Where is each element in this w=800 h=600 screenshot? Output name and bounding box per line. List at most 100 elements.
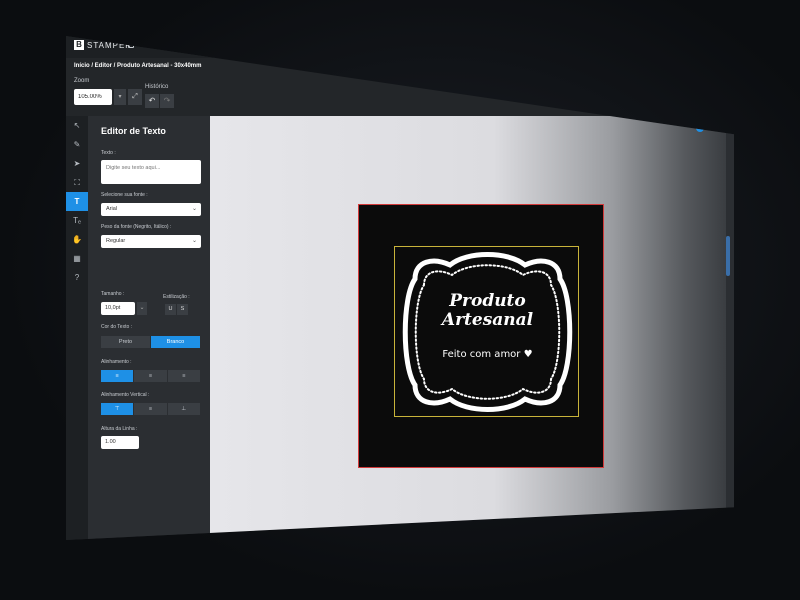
menu-item-label: Visualização — [334, 42, 368, 48]
select-tool-button[interactable]: ↖ — [66, 116, 88, 135]
stamp-icon: ✋ — [72, 235, 82, 244]
user-avatar[interactable] — [696, 124, 704, 132]
help-tool-button[interactable]: ? — [66, 268, 88, 287]
redo-button[interactable]: ↷ — [160, 94, 174, 108]
text-color-toggle: Preto Branco — [101, 336, 201, 348]
history-label: Histórico — [145, 84, 169, 90]
label-subtitle[interactable]: Feito com amor ♥ — [395, 349, 580, 360]
frame-tool-button[interactable]: ⛶ — [66, 173, 88, 192]
align-label: Alinhamento : — [101, 359, 132, 365]
undo-icon: ↶ — [148, 96, 156, 105]
grid-tool-button[interactable]: ▦ — [66, 249, 88, 268]
pencil-icon — [180, 42, 187, 48]
align-left-icon: ≡ — [115, 373, 119, 379]
menu-item-label: Arquivo — [138, 42, 159, 48]
text-editor-panel: Editor de Texto Texto : Selecione sua fo… — [88, 116, 210, 540]
line-height-label: Altura da Linha : — [101, 426, 138, 432]
horizontal-align-toggle: ≡ ≡ ≡ — [101, 370, 201, 382]
select-icon: ↖ — [73, 121, 81, 130]
text-path-icon: Tₑ — [73, 216, 81, 225]
app-logo[interactable]: B STAMPER — [74, 40, 132, 50]
align-center-button[interactable]: ≡ — [134, 370, 168, 382]
style-label: Estilização : — [163, 294, 190, 300]
align-right-button[interactable]: ≡ — [167, 370, 201, 382]
main-menu: Arquivo Editar Objeto Texto Visualização Ferr… — [128, 42, 481, 48]
label-title-line-1[interactable]: Produto — [395, 292, 580, 310]
menu-item-label: Ajuda — [465, 42, 482, 48]
font-size-dropdown[interactable]: ⌄ — [137, 302, 147, 315]
align-bottom-button[interactable]: ⊥ — [167, 403, 201, 415]
file-icon — [128, 42, 134, 48]
font-weight-select[interactable]: Regular ⌄ — [101, 235, 201, 248]
scene-background: B STAMPER Arquivo Editar Objeto Texto Visual… — [0, 0, 800, 600]
help-icon — [455, 42, 462, 48]
align-right-icon: ≡ — [182, 373, 186, 379]
font-select-value: Arial — [106, 206, 118, 212]
text-color-option[interactable]: Branco — [151, 336, 201, 348]
size-label: Tamanho : — [101, 291, 125, 297]
menu-item-2[interactable]: Objeto — [228, 42, 256, 48]
logo-text: STAMPER — [87, 40, 133, 50]
vertical-align-toggle: ⊤ ≡ ⊥ — [101, 403, 201, 415]
text-path-tool-button[interactable]: Tₑ — [66, 211, 88, 230]
redo-icon: ↷ — [163, 96, 171, 105]
line-height-input[interactable]: 1.00 — [101, 436, 139, 449]
logo-mark: B — [74, 40, 84, 50]
grid-icon: ▦ — [73, 254, 81, 263]
expand-icon: ⤢ — [132, 93, 138, 100]
text-input[interactable] — [101, 160, 201, 184]
eye-icon — [324, 42, 331, 48]
zoom-dropdown-button[interactable]: ▾ — [114, 89, 126, 105]
artboard[interactable]: Produto Artesanal Feito com amor ♥ — [358, 204, 604, 468]
align-bottom-icon: ⊥ — [181, 406, 187, 412]
object-icon — [228, 42, 235, 48]
menu-item-0[interactable]: Arquivo — [128, 42, 158, 48]
panel-title: Editor de Texto — [101, 126, 166, 136]
text-tool-button[interactable]: T — [66, 192, 88, 211]
strikethrough-button[interactable]: S — [177, 304, 188, 315]
chevron-down-icon: ⌄ — [191, 238, 197, 244]
label-outer-border — [402, 252, 573, 412]
top-menu-bar: B STAMPER Arquivo Editar Objeto Texto Visual… — [66, 36, 734, 58]
fit-to-screen-button[interactable]: ⤢ — [128, 89, 142, 105]
align-center-icon: ≡ — [148, 373, 153, 379]
align-middle-button[interactable]: ≡ — [134, 403, 168, 415]
text-color-label: Cor do Texto : — [101, 324, 133, 330]
app-window: B STAMPER Arquivo Editar Objeto Texto Visual… — [66, 36, 734, 540]
text-icon — [277, 42, 284, 48]
menu-item-3[interactable]: Texto — [277, 42, 303, 48]
font-size-input[interactable]: 10,0pt — [101, 302, 135, 315]
text-color-option[interactable]: Preto — [101, 336, 151, 348]
vertical-scrollbar[interactable] — [726, 236, 730, 276]
menu-item-label: Texto — [287, 42, 303, 48]
direct-select-icon: ➤ — [73, 159, 81, 168]
breadcrumb: Início / Editor / Produto Artesanal - 30… — [74, 63, 202, 69]
zoom-label: Zoom — [74, 78, 90, 84]
menu-item-6[interactable]: Ajuda — [455, 42, 482, 48]
menu-item-5[interactable]: Ferramentas — [389, 42, 434, 48]
safe-area-guide: Produto Artesanal Feito com amor ♥ — [394, 246, 579, 417]
label-frame-shape[interactable] — [395, 247, 580, 418]
strikethrough-icon: S — [180, 306, 185, 312]
text-icon: T — [74, 197, 80, 206]
align-left-button[interactable]: ≡ — [101, 370, 135, 382]
menu-item-label: Ferramentas — [399, 42, 434, 48]
text-label: Texto : — [101, 150, 116, 156]
stamp-tool-button[interactable]: ✋ — [66, 230, 88, 249]
underline-button[interactable]: U — [165, 304, 176, 315]
label-title-line-2[interactable]: Artesanal — [395, 311, 580, 329]
wrench-icon — [389, 42, 396, 48]
chevron-down-icon: ⌄ — [191, 206, 197, 212]
menu-item-4[interactable]: Visualização — [324, 42, 368, 48]
chevron-down-icon: ▾ — [118, 94, 122, 100]
menu-item-1[interactable]: Editar — [180, 42, 206, 48]
pen-tool-button[interactable]: ✎ — [66, 135, 88, 154]
font-weight-label: Peso da fonte (Negrito, Itálico) : — [101, 224, 172, 230]
undo-button[interactable]: ↶ — [145, 94, 159, 108]
pen-icon: ✎ — [73, 140, 81, 149]
zoom-input[interactable] — [74, 89, 112, 105]
menu-item-label: Editar — [190, 42, 207, 48]
direct-select-tool-button[interactable]: ➤ — [66, 154, 88, 173]
align-top-button[interactable]: ⊤ — [101, 403, 135, 415]
font-select[interactable]: Arial ⌄ — [101, 203, 201, 216]
